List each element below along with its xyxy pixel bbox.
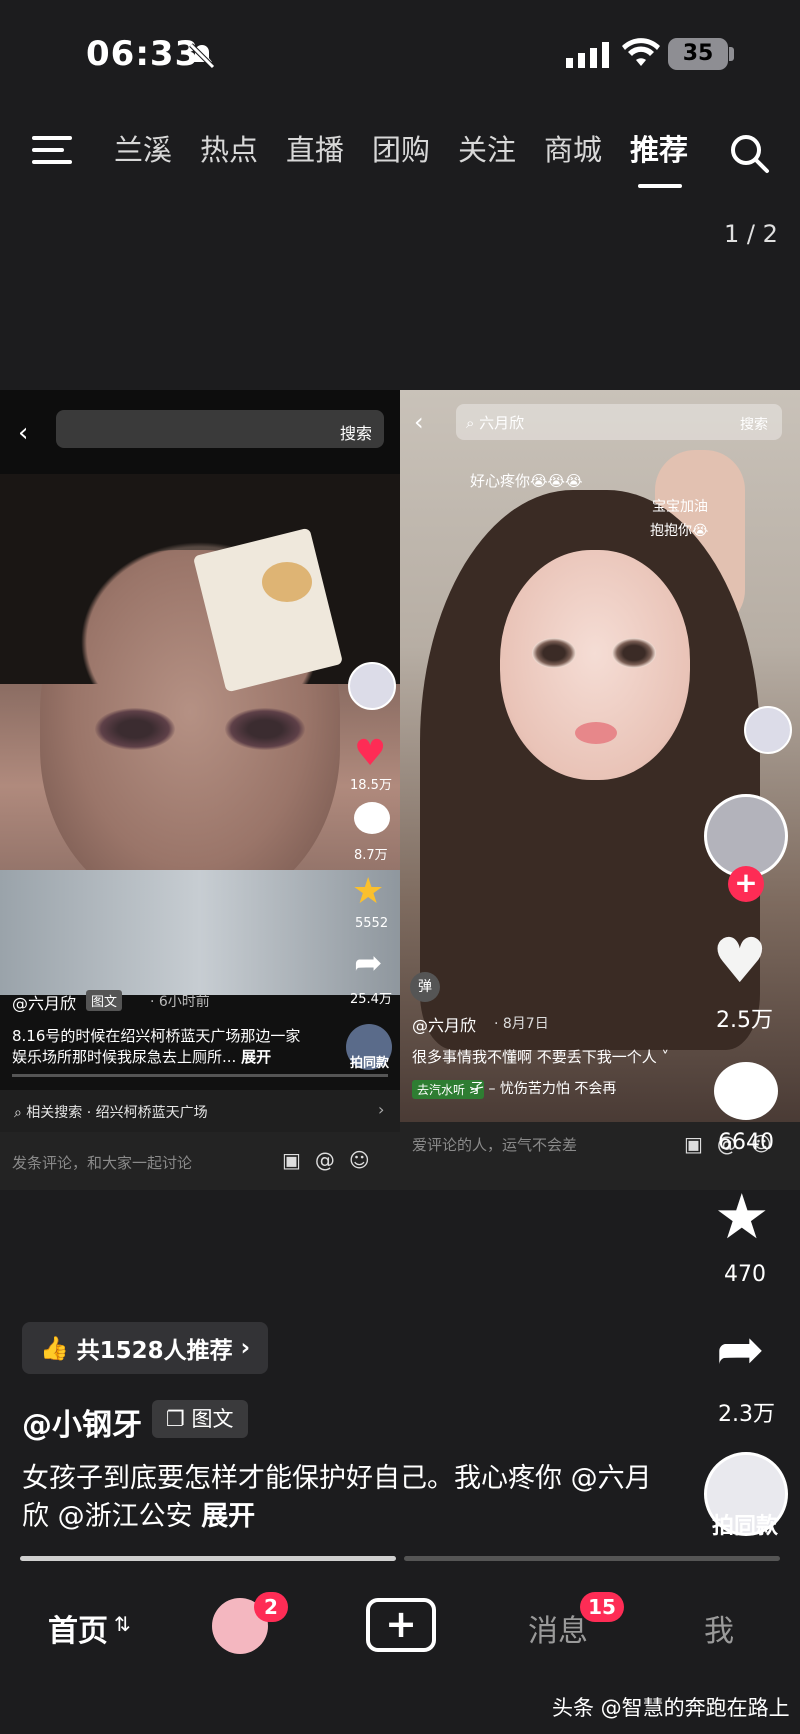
heart-icon[interactable]: ♥ (712, 930, 768, 992)
active-tab-indicator (638, 184, 682, 188)
wifi-icon (622, 38, 660, 66)
tab-lanxi[interactable]: 兰溪 (100, 128, 186, 172)
comment-input[interactable]: 发条评论，和大家一起讨论 (12, 1152, 192, 1173)
recommend-button[interactable]: 👍 共1528人推荐 › (22, 1322, 269, 1374)
status-time: 06:33 (86, 34, 200, 74)
face (500, 550, 690, 780)
signal-icon (566, 42, 609, 68)
post-type-badge: ❐ 图文 (152, 1400, 248, 1438)
heart-icon[interactable]: ♥ (354, 736, 386, 772)
search-icon[interactable] (728, 132, 770, 174)
danmu-toggle-button[interactable]: 弹 (410, 972, 440, 1002)
image-progress-next (404, 1556, 780, 1561)
tab-live[interactable]: 直播 (272, 128, 358, 172)
music-title[interactable]: 孑 – 忧伤苦力怕 不会再 (470, 1078, 616, 1098)
tab-group-buy[interactable]: 团购 (358, 128, 444, 172)
top-nav-tabs: 兰溪 热点 直播 团购 关注 商城 推荐 (100, 128, 702, 172)
right-search-button[interactable]: 搜索 (740, 414, 768, 434)
right-search-query[interactable]: ⌕ 六月欣 (466, 412, 524, 433)
comment-input[interactable]: 爱评论的人，运气不会差 (412, 1134, 577, 1155)
comment-count: 8.7万 (354, 848, 388, 863)
expand-link[interactable]: 展开 (201, 1501, 255, 1532)
left-screenshot[interactable]: ‹ 搜索 ♥ 18.5万 8.7万 ★ 5552 ➦ 25.4万 @六月欣 图文… (0, 390, 400, 1190)
image-progress (12, 1074, 388, 1077)
left-search-button[interactable]: 搜索 (340, 420, 372, 444)
favorite-count: 470 (724, 1262, 766, 1287)
post-type-badge: 图文 (86, 990, 123, 1011)
follow-plus-button[interactable]: + (728, 866, 764, 902)
post-author[interactable]: @六月欣 (12, 990, 76, 1014)
danmu-comment: 宝宝加油 (652, 499, 708, 515)
same-style-label[interactable]: 拍同款 (712, 1508, 778, 1540)
recommend-label: 共1528人推荐 (76, 1338, 233, 1364)
favorite-count: 5552 (355, 916, 389, 931)
post-description[interactable]: 很多事情我不懂啊 不要丢下我一个人 ˅ (412, 1046, 669, 1067)
tab-following[interactable]: 关注 (444, 128, 530, 172)
add-post-button[interactable]: + (366, 1598, 436, 1652)
expand-link[interactable]: 展开 (241, 1048, 271, 1066)
friends-badge: 2 (254, 1592, 288, 1622)
comment-icon[interactable] (354, 802, 390, 834)
battery-tip (729, 47, 734, 61)
tab-mall[interactable]: 商城 (530, 128, 616, 172)
share-count: 25.4万 (350, 992, 392, 1007)
thumbs-up-icon: 👍 (40, 1335, 69, 1362)
back-icon[interactable]: ‹ (18, 418, 28, 448)
same-style-label[interactable]: 拍同款 (350, 1052, 389, 1071)
post-date: · 8月7日 (494, 1016, 549, 1032)
messages-badge: 15 (580, 1592, 624, 1622)
lips (575, 722, 617, 744)
star-icon[interactable]: ★ (352, 874, 384, 910)
star-icon[interactable]: ★ (714, 1186, 770, 1248)
danmu-comment: 抱抱你😭 (650, 523, 709, 539)
comment-tool-icons[interactable]: ▣@☺ (282, 1148, 384, 1172)
tab-messages[interactable]: 消息 (528, 1606, 588, 1650)
watermark: 头条 @智慧的奔跑在路上 (552, 1696, 790, 1720)
bruised-eye-right (225, 708, 305, 750)
post-author[interactable]: @六月欣 (412, 1012, 476, 1036)
back-icon[interactable]: ‹ (414, 408, 424, 436)
like-count: 2.5万 (716, 1008, 773, 1033)
tab-hot[interactable]: 热点 (186, 128, 272, 172)
battery-indicator: 35 (668, 38, 728, 70)
bruised-eye-left (95, 708, 175, 750)
bandage-stain (262, 562, 312, 602)
eye-left (532, 638, 576, 668)
share-icon[interactable]: ➦ (354, 946, 383, 980)
image-page-indicator: 1 / 2 (724, 220, 778, 248)
menu-icon[interactable] (32, 136, 72, 168)
left-search-input[interactable] (56, 410, 384, 448)
danmu-comment: 好心疼你😭😭😭 (470, 472, 583, 490)
like-count: 18.5万 (350, 778, 392, 793)
tab-home[interactable]: 首页 (48, 1606, 108, 1650)
post-description: 女孩子到底要怎样才能保护好自己。我心疼你 @六月欣 @浙江公安 展开 (22, 1463, 652, 1532)
chevron-right-icon: › (240, 1335, 251, 1361)
share-count: 2.3万 (718, 1402, 775, 1427)
author-avatar[interactable] (744, 706, 792, 754)
eye-right (612, 638, 656, 668)
author-avatar[interactable] (348, 662, 396, 710)
share-icon[interactable]: ➦ (716, 1320, 765, 1378)
post-time: · 6小时前 (150, 994, 210, 1010)
related-search-text[interactable]: ⌕ 相关搜索 · 绍兴柯桥蓝天广场 (14, 1102, 208, 1122)
post-author[interactable]: @小钢牙 (22, 1400, 142, 1444)
comment-count: 6640 (718, 1130, 774, 1155)
tab-recommend[interactable]: 推荐 (616, 128, 702, 172)
refresh-icon[interactable]: ⇅ (114, 1612, 131, 1636)
post-description: 8.16号的时候在绍兴柯桥蓝天广场那边一家娱乐场所那时候我尿急去上厕所... 展… (12, 1027, 301, 1066)
bell-muted-icon (189, 43, 215, 69)
tab-me[interactable]: 我 (704, 1606, 734, 1650)
comment-icon[interactable] (714, 1062, 778, 1120)
hospital-gown (0, 870, 400, 995)
chevron-right-icon[interactable]: › (378, 1100, 384, 1119)
image-progress-current (20, 1556, 396, 1561)
